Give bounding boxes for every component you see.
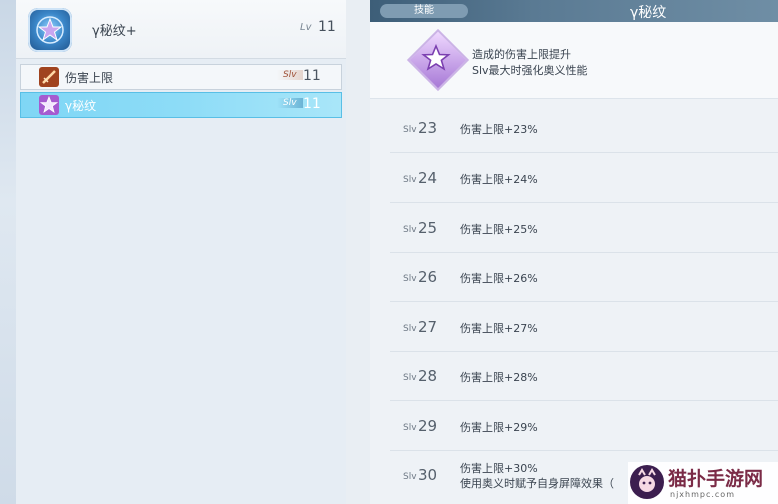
level-prefix: Slv — [403, 125, 417, 135]
skill-detail-panel: 技能 γ秘纹 造成的伤害上限提升 Slv最大时强化奥义性能 Slv 23 伤害上… — [370, 0, 778, 504]
level-value: 11 — [318, 19, 336, 35]
level-prefix: Slv — [403, 225, 417, 235]
skill-name: 伤害上限 — [65, 71, 114, 85]
background-strip — [0, 0, 16, 504]
level-number: 27 — [418, 318, 438, 336]
level-effect: 伤害上限+23% — [460, 123, 538, 136]
level-effect: 伤害上限+30% — [460, 462, 538, 475]
cat-logo-icon — [630, 465, 664, 499]
level-effect: 伤害上限+29% — [460, 421, 538, 434]
level-number: 26 — [418, 268, 438, 286]
level-number: 30 — [418, 466, 438, 484]
description-box: 造成的伤害上限提升 Slv最大时强化奥义性能 — [370, 22, 778, 99]
slv-label: Slv — [277, 98, 303, 108]
level-row: Slv 28 伤害上限+28% — [390, 351, 778, 401]
level-row: Slv 26 伤害上限+26% — [390, 252, 778, 302]
watermark-name: 猫扑手游网 — [668, 468, 764, 490]
level-number: 25 — [418, 219, 438, 237]
skill-name: γ秘纹 — [65, 99, 97, 113]
level-effect: 伤害上限+25% — [460, 223, 538, 236]
level-prefix: Slv — [403, 472, 417, 482]
detail-header: 技能 γ秘纹 — [370, 0, 778, 22]
level-row: Slv 29 伤害上限+29% — [390, 401, 778, 451]
level-prefix: Slv — [403, 423, 417, 433]
description-line: Slv最大时强化奥义性能 — [472, 64, 588, 77]
emblem-icon — [28, 8, 72, 52]
slv-label: Slv — [277, 70, 303, 80]
level-effect: 伤害上限+28% — [460, 371, 538, 384]
star-icon — [39, 95, 59, 115]
skill-list-panel: γ秘纹+ Lv 11 伤害上限 Slv 11 γ秘纹 Slv 11 — [16, 0, 346, 504]
description-line: 造成的伤害上限提升 — [472, 48, 571, 61]
skill-row-gamma-crest[interactable]: γ秘纹 Slv 11 — [20, 92, 342, 118]
level-row: Slv 27 伤害上限+27% — [390, 302, 778, 352]
level-number: 28 — [418, 367, 438, 385]
watermark-url: njxhmpc.com — [670, 490, 735, 499]
level-row: Slv 23 伤害上限+23% — [390, 103, 778, 153]
level-effect-extra: 使用奥义时赋予自身屏障效果（ — [460, 477, 614, 490]
level-number: 24 — [418, 169, 438, 187]
level-effect: 伤害上限+27% — [460, 322, 538, 335]
slv-value: 11 — [303, 96, 321, 112]
skill-header: γ秘纹+ Lv 11 — [16, 0, 346, 59]
star-icon — [419, 41, 453, 75]
level-row: Slv 24 伤害上限+24% — [390, 153, 778, 203]
sword-icon — [39, 67, 59, 87]
level-number: 29 — [418, 417, 438, 435]
level-prefix: Lv — [300, 22, 312, 33]
slv-value: 11 — [303, 68, 321, 84]
category-tab[interactable]: 技能 — [380, 4, 468, 18]
level-row: Slv 25 伤害上限+25% — [390, 203, 778, 253]
level-effect: 伤害上限+26% — [460, 272, 538, 285]
detail-title: γ秘纹 — [630, 5, 667, 21]
level-effect: 伤害上限+24% — [460, 173, 538, 186]
skill-title: γ秘纹+ — [92, 24, 137, 39]
skill-row-damage-cap[interactable]: 伤害上限 Slv 11 — [20, 64, 342, 90]
level-prefix: Slv — [403, 373, 417, 383]
level-number: 23 — [418, 119, 438, 137]
level-prefix: Slv — [403, 274, 417, 284]
site-watermark: 猫扑手游网 njxhmpc.com — [628, 462, 778, 504]
level-prefix: Slv — [403, 175, 417, 185]
level-prefix: Slv — [403, 324, 417, 334]
